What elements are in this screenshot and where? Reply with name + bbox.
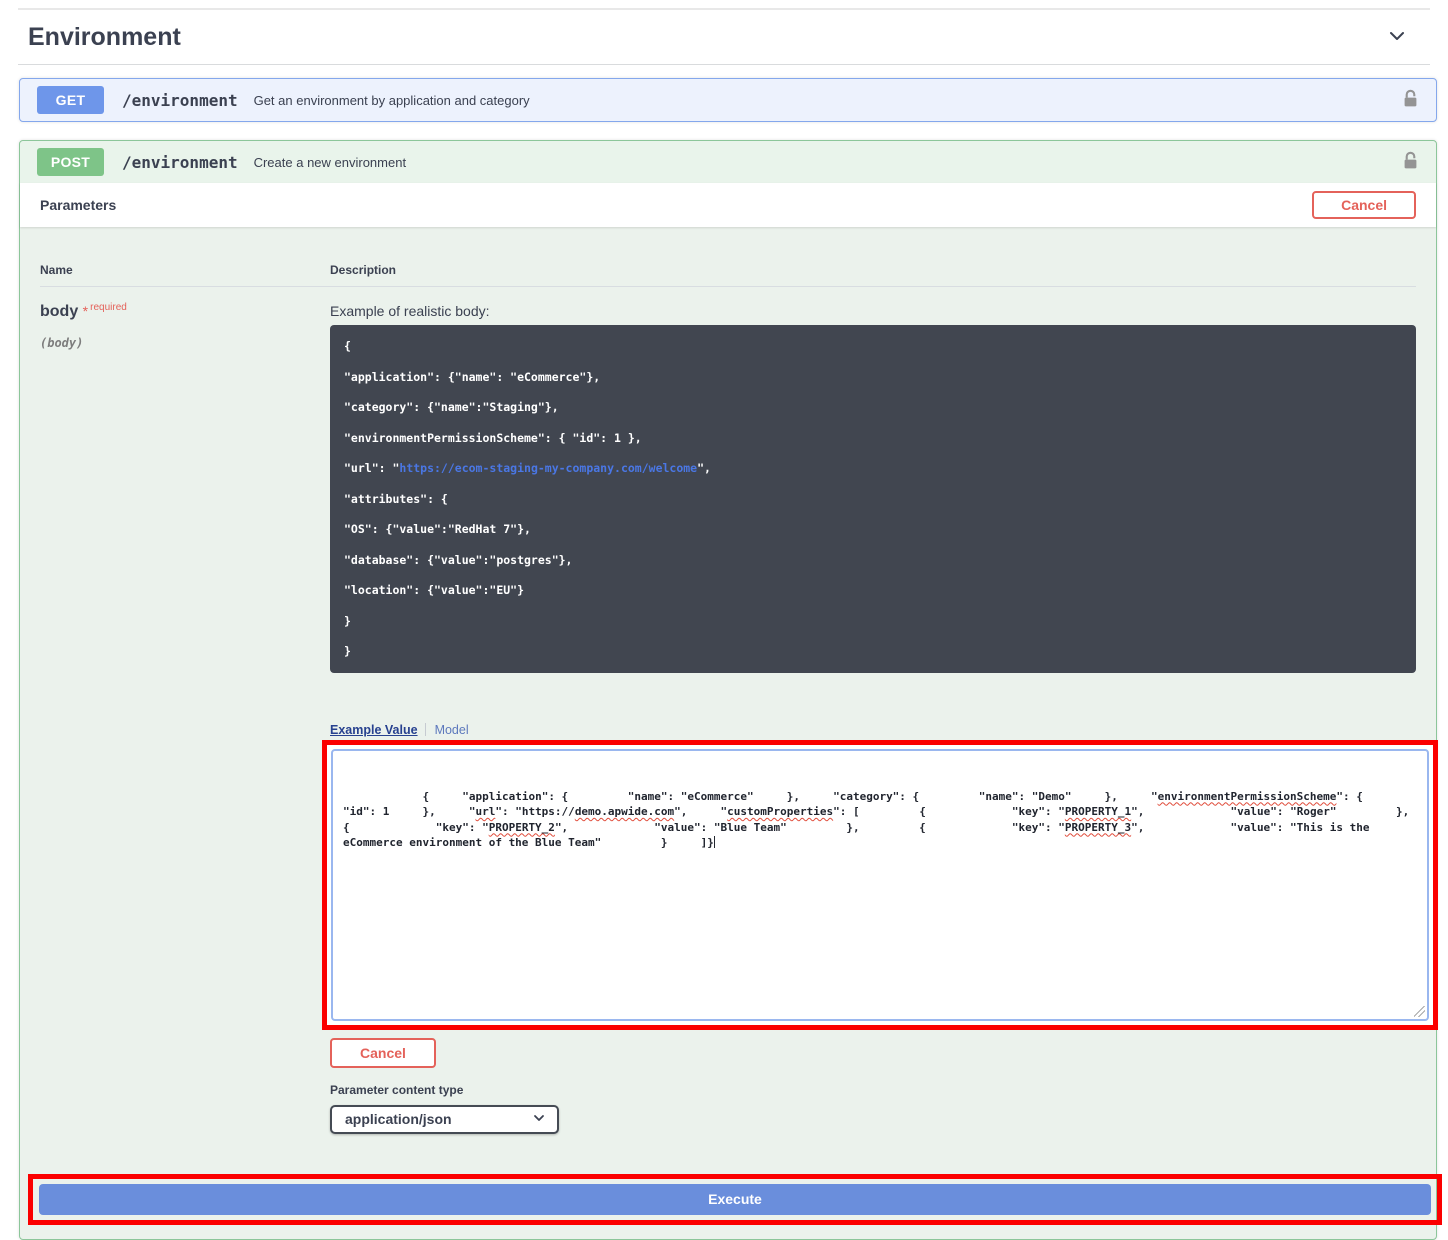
unlocked-icon [1402, 89, 1419, 111]
body-parameter-name: body [40, 303, 78, 320]
example-body-block: {"application": {"name": "eCommerce"},"c… [330, 325, 1416, 673]
column-header-description: Description [330, 263, 1416, 277]
post-endpoint-block: POST /environment Create a new environme… [19, 140, 1437, 1240]
parameters-table-head: Name Description [40, 263, 1416, 287]
cancel-try-out-button[interactable]: Cancel [1312, 191, 1416, 219]
tab-example-value[interactable]: Example Value [330, 723, 418, 737]
parameters-header-bar: Parameters Cancel [20, 183, 1436, 227]
post-auth-button[interactable] [1402, 151, 1419, 173]
text-caret [714, 836, 715, 848]
content-type-select[interactable]: application/json [330, 1105, 559, 1134]
get-method-badge: GET [37, 86, 104, 114]
post-endpoint-path: /environment [122, 153, 238, 172]
body-tabs: Example Value Model [330, 723, 1416, 737]
chevron-down-icon [1386, 35, 1408, 50]
get-endpoint-summary[interactable]: GET /environment Get an environment by a… [20, 79, 1436, 121]
required-asterisk: * [83, 303, 88, 319]
execute-highlight-frame: Execute [28, 1174, 1442, 1225]
textarea-highlight-frame: { "application": { "name": "eCommerce" }… [322, 740, 1438, 1030]
post-endpoint-summary[interactable]: POST /environment Create a new environme… [20, 141, 1436, 183]
cancel-body-button[interactable]: Cancel [330, 1038, 436, 1068]
body-parameter-type: (body) [40, 336, 330, 350]
unlocked-icon [1402, 151, 1419, 173]
tab-model[interactable]: Model [435, 723, 469, 737]
body-value-editor[interactable]: { "application": { "name": "eCommerce" }… [331, 749, 1429, 1021]
chevron-down-icon [532, 1111, 546, 1128]
example-body-intro: Example of realistic body: [330, 303, 1416, 319]
tab-separator [425, 723, 426, 736]
content-type-selected-value: application/json [345, 1111, 452, 1127]
resize-handle[interactable] [1414, 1006, 1425, 1017]
parameters-table: Name Description body *required (body) E… [20, 227, 1436, 1134]
execute-button[interactable]: Execute [39, 1184, 1431, 1215]
content-type-label: Parameter content type [330, 1083, 1416, 1097]
post-endpoint-description: Create a new environment [254, 155, 406, 170]
get-endpoint-description: Get an environment by application and ca… [254, 93, 530, 108]
get-endpoint-block: GET /environment Get an environment by a… [19, 78, 1437, 122]
post-method-badge: POST [37, 148, 104, 176]
required-label: required [90, 302, 127, 313]
get-auth-button[interactable] [1402, 89, 1419, 111]
swagger-page: Environment GET /environment Get an envi… [0, 0, 1448, 1240]
environment-tag-header: Environment [18, 10, 1430, 65]
column-header-name: Name [40, 263, 330, 277]
body-parameter-name-cell: body *required (body) [40, 302, 330, 1134]
body-parameter-description-cell: Example of realistic body: {"application… [330, 302, 1416, 1134]
page-title: Environment [28, 23, 181, 52]
get-endpoint-path: /environment [122, 91, 238, 110]
section-collapse-button[interactable] [1386, 25, 1408, 50]
body-parameter-row: body *required (body) Example of realist… [40, 287, 1416, 1134]
parameters-title: Parameters [40, 197, 116, 213]
